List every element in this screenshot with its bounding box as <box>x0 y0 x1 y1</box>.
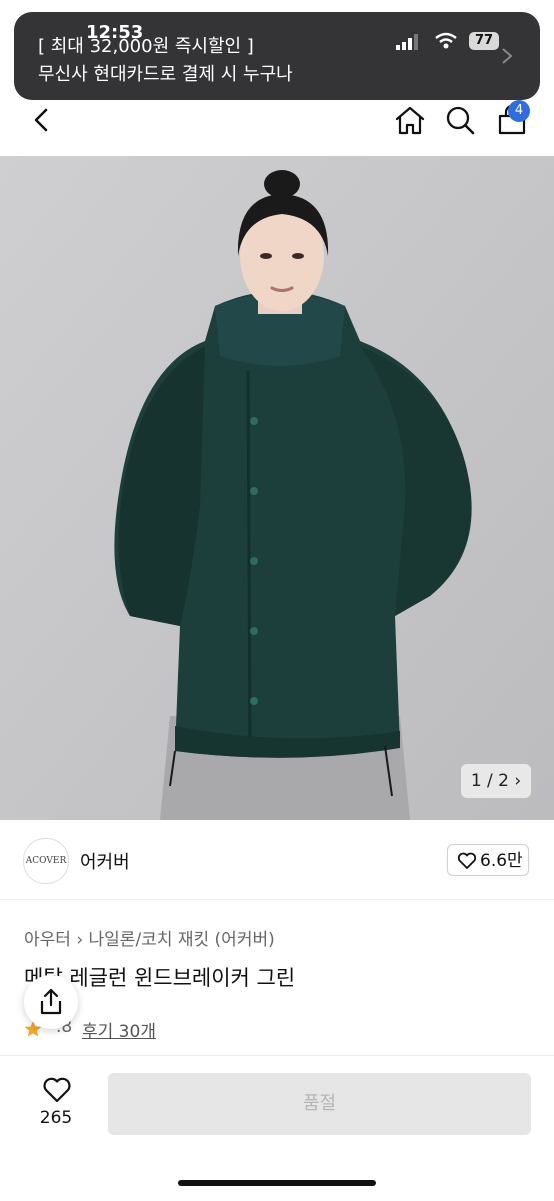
brand-like-count: 6.6만 <box>480 851 523 871</box>
sold-out-button[interactable]: 품절 <box>108 1073 531 1135</box>
back-button[interactable] <box>22 100 62 140</box>
brand-logo[interactable]: ACOVER <box>23 838 69 884</box>
divider <box>0 899 554 900</box>
notification-line-2: 무신사 현대카드로 결제 시 누구나 <box>38 64 293 85</box>
home-icon <box>395 106 425 135</box>
product-image[interactable] <box>0 156 554 820</box>
wifi-icon <box>435 32 457 49</box>
cart-count-badge: 4 <box>508 100 530 122</box>
search-icon <box>446 106 475 135</box>
share-button[interactable] <box>24 975 78 1029</box>
signal-icon <box>396 34 418 50</box>
chevron-left-icon <box>34 108 48 132</box>
wishlist-count: 265 <box>39 1108 73 1128</box>
home-button[interactable] <box>390 100 430 140</box>
share-icon <box>40 988 62 1015</box>
reviews-link[interactable]: 후기 30개 <box>82 1017 156 1042</box>
category-breadcrumb[interactable]: 아우터 › 나일론/코치 재킷 (어커버) <box>24 925 275 950</box>
heart-icon <box>43 1077 71 1103</box>
model-photo <box>0 156 554 820</box>
heart-icon <box>457 852 477 869</box>
brand-name[interactable]: 어커버 <box>80 848 130 874</box>
home-indicator <box>178 1180 376 1186</box>
search-button[interactable] <box>440 100 480 140</box>
status-time: 12:53 <box>86 22 144 43</box>
battery-indicator: 77 <box>469 32 499 50</box>
image-counter-button[interactable]: 1 / 2 › <box>461 764 531 798</box>
brand-like-button[interactable]: 6.6만 <box>447 844 529 876</box>
notification-line-1: [ 최대 32,000원 즉시할인 ] <box>38 36 254 57</box>
chevron-right-icon <box>502 48 513 64</box>
